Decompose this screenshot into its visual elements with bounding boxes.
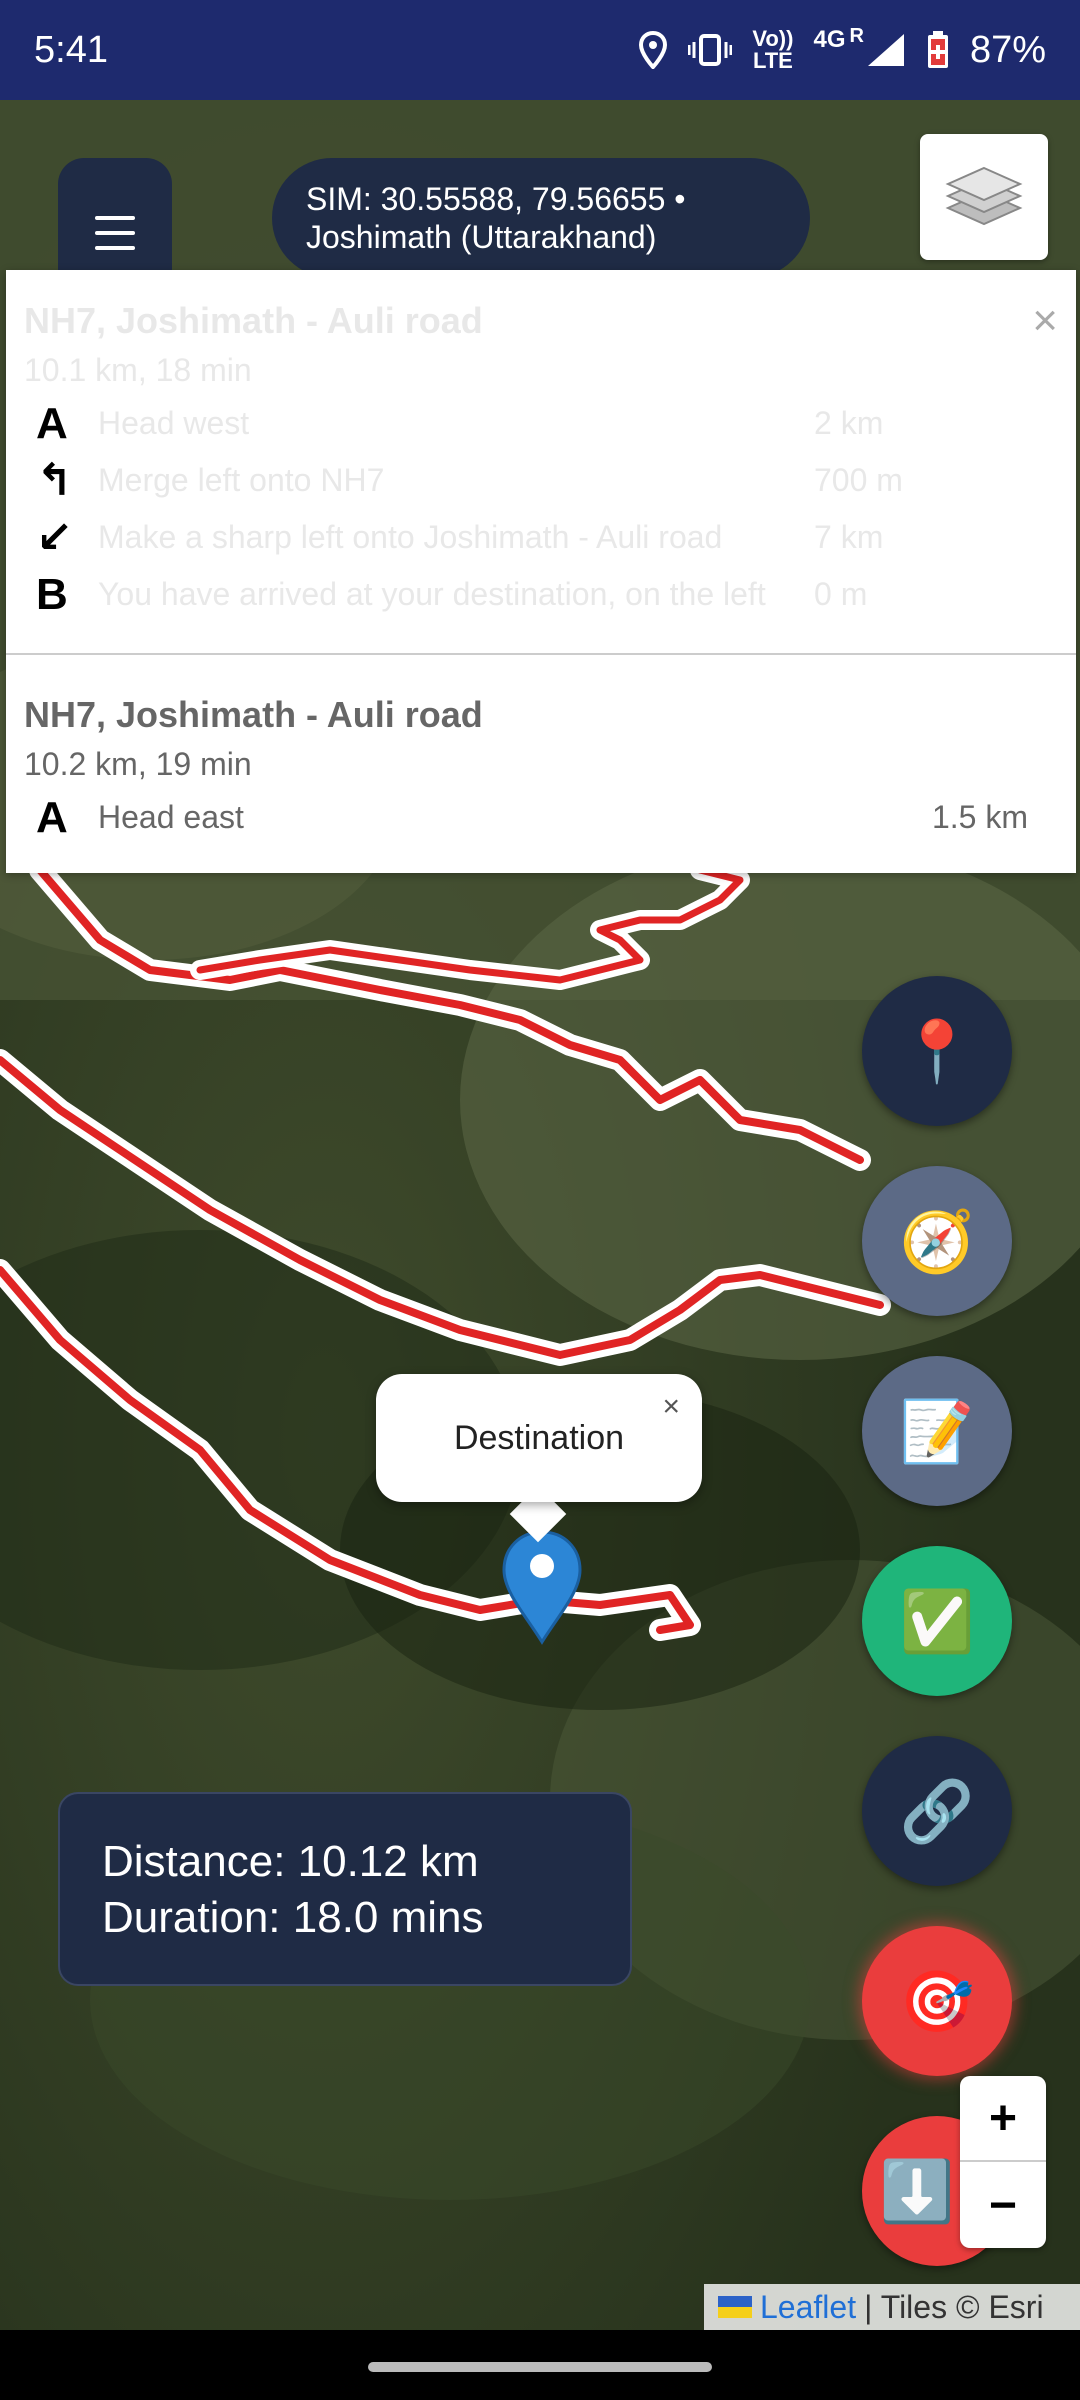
step-distance: 2 km [814,405,884,441]
end-marker-icon: B [36,569,68,619]
map-attribution: Leaflet | Tiles © Esri [704,2284,1080,2330]
zoom-control: + − [960,2076,1046,2248]
ukraine-flag-icon [718,2296,752,2318]
start-marker-icon: A [36,792,68,842]
route-step: ↰ Merge left onto NH7 700 m [24,452,1058,509]
link-icon: 🔗 [899,1777,975,1845]
step-distance: 7 km [814,519,884,555]
destination-popup: Destination × [376,1374,702,1502]
tiles-credit: | Tiles © Esri [864,2288,1044,2325]
step-distance: 1.5 km [931,799,1028,835]
download-icon: ⬇️ [879,2157,955,2225]
target-button[interactable]: 🎯 [862,1926,1012,2076]
share-link-button[interactable]: 🔗 [862,1736,1012,1886]
route-summary: 10.1 km, 18 min [24,352,252,388]
location-pin-icon: 📍 [899,1017,975,1085]
popup-close-button[interactable]: × [662,1390,680,1424]
zoom-in-button[interactable]: + [960,2076,1046,2162]
route-name: NH7, Joshimath - Auli road [24,300,483,341]
battery-percent: 87% [969,28,1046,71]
route-summary: 10.2 km, 19 min [24,746,252,782]
route-alternative-1[interactable]: NH7, Joshimath - Auli road 10.1 km, 18 m… [6,300,1076,623]
route-step: ↙ Make a sharp left onto Joshimath - Aul… [24,509,1058,566]
battery-icon [926,30,950,70]
system-nav-bar [0,2330,1080,2400]
step-instruction: Head east [98,799,244,835]
route-step: B You have arrived at your destination, … [24,566,1058,623]
location-icon [638,31,668,69]
location-pin-button[interactable]: 📍 [862,976,1012,1126]
home-gesture-handle[interactable] [368,2362,712,2372]
roaming-label: R [849,24,864,47]
route-info-box: Distance: 10.12 km Duration: 18.0 mins [58,1792,632,1986]
zoom-out-button[interactable]: − [960,2162,1046,2248]
route-step: A Head east 1.5 km [24,789,1058,846]
volte-bottom-label: LTE [752,48,793,73]
layers-icon [945,166,1023,226]
route-step: A Head west 2 km [24,395,1058,452]
compass-button[interactable]: 🧭 [862,1166,1012,1316]
network-type-label: 4G [813,26,846,53]
step-instruction: Make a sharp left onto Joshimath - Auli … [98,519,723,555]
hamburger-icon [95,216,135,250]
memo-icon: 📝 [899,1397,975,1465]
sim-coordinates: SIM: 30.55588, 79.56655 • [306,181,686,217]
layers-button[interactable] [920,134,1048,260]
route-alternative-2[interactable]: NH7, Joshimath - Auli road 10.2 km, 19 m… [6,694,1076,846]
target-icon: 🎯 [899,1967,975,2035]
start-marker-icon: A [36,398,68,448]
step-distance: 700 m [814,462,903,498]
status-time: 5:41 [34,28,108,71]
volte-icon: Vo)) LTE [752,28,793,72]
step-distance: 0 m [814,576,868,612]
sharp-left-icon: ↙ [36,513,73,562]
status-icons: Vo)) LTE 4G R 87% [638,25,1046,72]
confirm-button[interactable]: ✅ [862,1546,1012,1696]
duration-text: Duration: 18.0 mins [102,1893,484,1942]
route-name: NH7, Joshimath - Auli road [24,694,483,735]
compass-icon: 🧭 [899,1207,975,1275]
volte-top-label: Vo)) [752,26,794,51]
sim-location-pill: SIM: 30.55588, 79.56655 • Joshimath (Utt… [272,158,810,278]
notes-button[interactable]: 📝 [862,1356,1012,1506]
sim-place: Joshimath (Uttarakhand) [306,219,657,255]
turn-left-icon: ↰ [36,456,73,505]
signal-icon: 4G R [813,25,905,68]
step-instruction: You have arrived at your destination, on… [98,576,766,612]
check-mark-icon: ✅ [899,1587,975,1655]
status-bar: 5:41 Vo)) LTE 4G R 87% [0,0,1080,100]
leaflet-link[interactable]: Leaflet [760,2289,856,2326]
step-instruction: Merge left onto NH7 [98,462,385,498]
step-instruction: Head west [98,405,250,441]
route-divider [6,653,1076,655]
routing-panel: × NH7, Joshimath - Auli road 10.1 km, 18… [6,270,1076,873]
vibrate-icon [688,33,733,67]
popup-label: Destination [453,1418,625,1457]
distance-text: Distance: 10.12 km [102,1837,479,1886]
